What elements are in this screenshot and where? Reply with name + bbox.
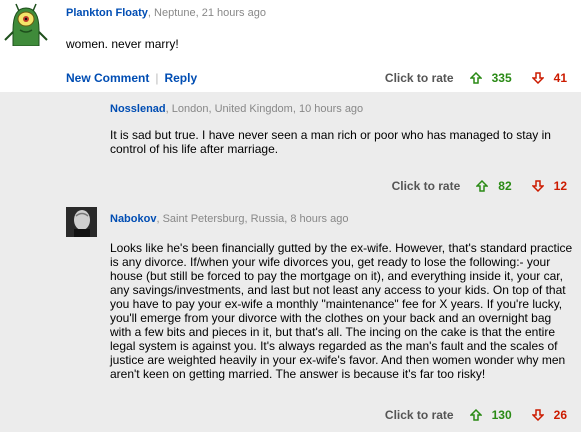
up-vote-count: 130 — [491, 408, 512, 422]
comment-plankton-floaty: Plankton Floaty, Neptune, 21 hours ago w… — [0, 0, 581, 92]
author-name[interactable]: Plankton Floaty — [66, 7, 148, 19]
new-comment-link[interactable]: New Comment — [66, 71, 149, 85]
comment-nabokov: Nabokov, Saint Petersburg, Russia, 8 hou… — [0, 200, 581, 432]
click-to-rate-label: Click to rate — [384, 408, 454, 422]
location-time: , Saint Petersburg, Russia, 8 hours ago — [156, 213, 349, 225]
separator: | — [155, 71, 159, 85]
comment-actions: New Comment | Reply — [66, 71, 197, 85]
plankton-icon — [4, 3, 48, 46]
avatar-nabokov[interactable] — [66, 207, 97, 237]
author-name[interactable]: Nabokov — [110, 213, 156, 225]
click-to-rate-label: Click to rate — [391, 179, 461, 193]
thumbs-up-arrow-icon[interactable] — [469, 72, 482, 84]
thumbs-down-arrow-icon[interactable] — [531, 409, 544, 421]
thumbs-down-arrow-icon[interactable] — [531, 72, 544, 84]
portrait-photo-icon — [66, 207, 97, 237]
up-vote-count: 82 — [498, 179, 512, 193]
comment-meta: Nabokov, Saint Petersburg, Russia, 8 hou… — [110, 213, 348, 225]
thumbs-up-arrow-icon[interactable] — [469, 409, 482, 421]
rating-bar: Click to rate 130 26 — [385, 406, 567, 424]
up-vote-count: 335 — [491, 71, 512, 85]
comment-nosslenad: Nosslenad, London, United Kingdom, 10 ho… — [0, 92, 581, 200]
down-vote-count: 12 — [553, 179, 567, 193]
rating-bar: Click to rate 82 12 — [392, 177, 567, 195]
comment-meta: Nosslenad, London, United Kingdom, 10 ho… — [110, 103, 363, 115]
down-vote-count: 41 — [553, 71, 567, 85]
down-vote-count: 26 — [553, 408, 567, 422]
comment-meta: Plankton Floaty, Neptune, 21 hours ago — [66, 7, 266, 19]
comment-text: Looks like he's been financially gutted … — [110, 241, 573, 381]
location-time: , London, United Kingdom, 10 hours ago — [165, 103, 364, 115]
avatar-plankton[interactable] — [1, 0, 51, 46]
author-name[interactable]: Nosslenad — [110, 103, 166, 115]
location-time: , Neptune, 21 hours ago — [147, 7, 266, 19]
comment-text: It is sad but true. I have never seen a … — [110, 128, 551, 156]
thumbs-up-arrow-icon[interactable] — [476, 180, 489, 192]
click-to-rate-label: Click to rate — [384, 71, 454, 85]
rating-bar: Click to rate 335 41 — [385, 69, 567, 87]
thumbs-down-arrow-icon[interactable] — [531, 180, 544, 192]
comment-text: women. never marry! — [66, 37, 179, 51]
reply-link[interactable]: Reply — [164, 71, 197, 85]
